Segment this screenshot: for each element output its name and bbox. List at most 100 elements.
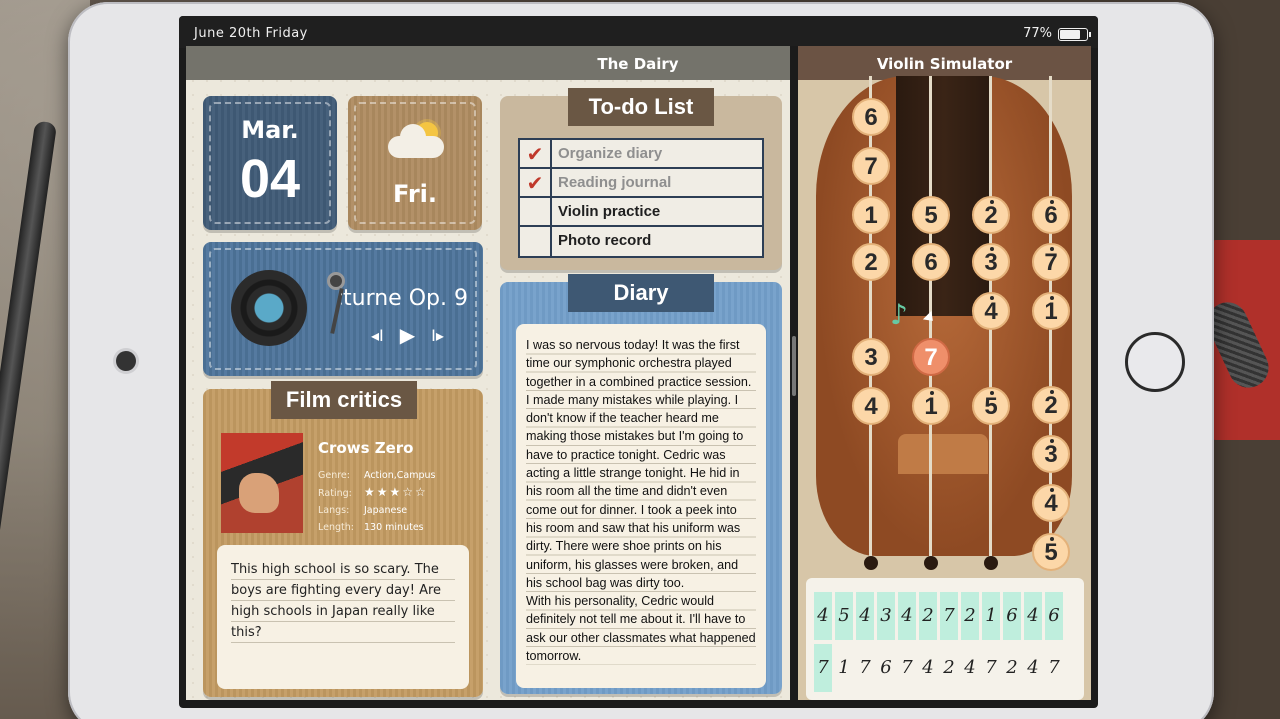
violin-note-button[interactable]: 4 — [972, 292, 1010, 330]
genre-label: Genre: — [318, 470, 350, 481]
sheet-note: 5 — [835, 592, 853, 640]
sheet-note: 4 — [856, 592, 874, 640]
film-langs: Japanese — [364, 505, 408, 516]
sheet-note: 7 — [859, 657, 871, 678]
violin-note-button[interactable]: 5 — [912, 196, 950, 234]
violin-note-button[interactable]: 2 — [852, 243, 890, 281]
film-poster — [221, 433, 303, 533]
violin-note-button[interactable]: 3 — [972, 243, 1010, 281]
todo-card: To-do List ✔ Organize diary ✔ Reading jo… — [500, 88, 782, 270]
violin-note-button[interactable]: 1 — [1032, 292, 1070, 330]
sheet-note: 4 — [1027, 657, 1039, 678]
todo-item-text: Organize diary — [558, 145, 663, 162]
next-track-button[interactable]: I▸ — [431, 326, 444, 347]
film-meta: Genre: Action,Campus Rating: ★★★☆☆ Langs: J… — [318, 467, 435, 536]
octave-dot — [990, 391, 994, 395]
octave-dot — [990, 200, 994, 204]
film-critics-heading: Film critics — [271, 381, 417, 419]
sheet-note: 2 — [961, 592, 979, 640]
status-date: June 20th Friday — [194, 26, 308, 41]
split-view-handle[interactable] — [792, 336, 796, 396]
music-player-card: Nocturne Op. 9 ◂I ▶ I▸ — [203, 242, 483, 376]
checkbox[interactable] — [520, 198, 552, 225]
battery-fill — [1060, 30, 1081, 39]
film-review-text: This high school is so scary. The boys a… — [231, 559, 455, 643]
track-marquee: Nocturne Op. 9 — [341, 286, 473, 316]
violin-note-button[interactable]: 7 — [852, 147, 890, 185]
film-review-box[interactable]: This high school is so scary. The boys a… — [217, 545, 469, 689]
checkbox[interactable] — [520, 227, 552, 256]
todo-item[interactable]: Photo record — [520, 227, 762, 256]
octave-dot — [930, 391, 934, 395]
sheet-note: 7 — [985, 657, 997, 678]
sheet-note: 7 — [940, 592, 958, 640]
sheet-note: 7 — [1048, 657, 1060, 678]
vinyl-record-icon — [231, 270, 307, 346]
home-button[interactable] — [1125, 332, 1185, 392]
sheet-row: 717674247247 — [814, 644, 1063, 692]
checkmark-icon[interactable]: ✔ — [520, 140, 552, 167]
sheet-note: 4 — [814, 592, 832, 640]
sheet-note: 7 — [901, 657, 913, 678]
octave-dot — [990, 247, 994, 251]
violin-app: Violin Simulator 671234567123456712345 ♪… — [798, 46, 1091, 700]
film-critics-card: Film critics Crows Zero Genre: Action,Cam… — [203, 381, 483, 697]
string-peg — [984, 556, 998, 570]
violin-note-button[interactable]: 5 — [1032, 533, 1070, 571]
sheet-note: 6 — [1003, 592, 1021, 640]
sheet-note: 7 — [814, 644, 832, 692]
film-genre: Action,Campus — [364, 470, 436, 481]
violin-note-button[interactable]: 4 — [1032, 484, 1070, 522]
violin-note-button[interactable]: 1 — [912, 387, 950, 425]
track-title: Nocturne Op. 9 — [341, 286, 468, 311]
player-controls: ◂I ▶ I▸ — [371, 323, 444, 347]
violin-note-button[interactable]: 2 — [972, 196, 1010, 234]
violin-note-button[interactable]: 4 — [852, 387, 890, 425]
date-day: 04 — [239, 149, 301, 209]
sheet-note: 1 — [982, 592, 1000, 640]
film-name: Crows Zero — [318, 439, 414, 457]
todo-item[interactable]: ✔ Reading journal — [520, 169, 762, 198]
violin-note-button[interactable]: 3 — [852, 338, 890, 376]
violin-note-button[interactable]: 6 — [912, 243, 950, 281]
todo-item-text: Photo record — [558, 232, 652, 249]
violin-note-button[interactable]: 1 — [852, 196, 890, 234]
string-peg — [864, 556, 878, 570]
violin-app-title: Violin Simulator — [798, 46, 1091, 80]
tablet-screen: June 20th Friday 77% The Dairy Mar. 04 F… — [179, 16, 1098, 708]
diary-app-title: The Dairy — [186, 46, 790, 80]
rating-label: Rating: — [318, 488, 352, 499]
violin-note-button[interactable]: 3 — [1032, 435, 1070, 473]
violin-note-button[interactable]: 7 — [1032, 243, 1070, 281]
sheet-note: 2 — [919, 592, 937, 640]
diary-paper[interactable]: I was so nervous today! It was the first… — [516, 324, 766, 688]
star-rating-icon: ★★★☆☆ — [364, 485, 428, 499]
sheet-note: 2 — [943, 657, 955, 678]
diary-app: The Dairy Mar. 04 Fri. Nocturne Op. 9 ◂I… — [186, 46, 790, 700]
todo-heading: To-do List — [568, 88, 714, 126]
sheet-note: 4 — [922, 657, 934, 678]
sheet-note: 2 — [1006, 657, 1018, 678]
play-button[interactable]: ▶ — [400, 323, 415, 347]
previous-track-button[interactable]: ◂I — [371, 326, 384, 347]
date-card[interactable]: Mar. 04 — [203, 96, 337, 230]
violin-note-button[interactable]: 2 — [1032, 386, 1070, 424]
violin-note-button[interactable]: 7 — [912, 338, 950, 376]
violin-note-button[interactable]: 6 — [1032, 196, 1070, 234]
sheet-note: 6 — [880, 657, 892, 678]
string-peg — [924, 556, 938, 570]
langs-label: Langs: — [318, 505, 350, 516]
todo-item[interactable]: Violin practice — [520, 198, 762, 227]
octave-dot — [1050, 247, 1054, 251]
violin-note-button[interactable]: 6 — [852, 98, 890, 136]
music-note-icon: ♪ — [890, 298, 908, 331]
sheet-note: 3 — [877, 592, 895, 640]
tablet-camera — [116, 351, 136, 371]
film-length: 130 minutes — [364, 522, 424, 533]
battery-icon — [1058, 28, 1091, 41]
todo-item[interactable]: ✔ Organize diary — [520, 140, 762, 169]
violin-note-button[interactable]: 5 — [972, 387, 1010, 425]
checkmark-icon[interactable]: ✔ — [520, 169, 552, 196]
weather-card[interactable]: Fri. — [348, 96, 482, 230]
battery-percent: 77% — [1023, 26, 1052, 41]
